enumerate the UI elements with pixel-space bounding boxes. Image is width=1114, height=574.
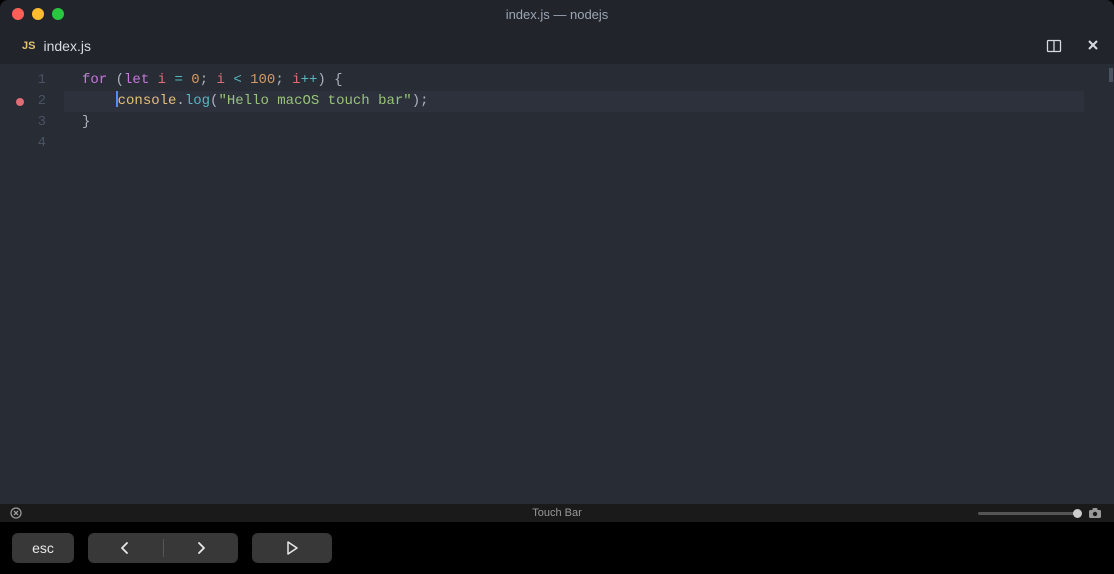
close-icon[interactable] [1086,38,1100,54]
touchbar-back-button[interactable] [88,540,163,556]
touchbar-opacity-slider[interactable] [978,512,1078,515]
camera-icon[interactable] [1088,507,1102,519]
code-line[interactable]: console.log("Hello macOS touch bar"); [64,91,1084,112]
window-maximize-button[interactable] [52,8,64,20]
touchbar: esc [0,522,1114,574]
window-close-button[interactable] [12,8,24,20]
touchbar-forward-button[interactable] [164,540,239,556]
window-titlebar: index.js — nodejs [0,0,1114,28]
tab-index-js[interactable]: JS index.js [12,32,101,60]
tab-label: index.js [43,38,90,54]
tab-bar: JS index.js [0,28,1114,64]
code-line[interactable] [64,133,1084,154]
window-minimize-button[interactable] [32,8,44,20]
code-line[interactable]: } [64,112,1084,133]
esc-label: esc [32,540,54,556]
touchbar-title: Touch Bar [532,507,582,519]
line-gutter[interactable]: 1234 [0,64,64,504]
touchbar-close-icon[interactable] [10,507,22,519]
line-number[interactable]: 2 [0,91,64,112]
line-number[interactable]: 3 [0,112,64,133]
code-area[interactable]: for (let i = 0; i < 100; i++) { console.… [64,64,1084,504]
js-file-icon: JS [22,40,35,52]
touchbar-nav-group [88,533,238,563]
code-editor[interactable]: 1234 for (let i = 0; i < 100; i++) { con… [0,64,1114,504]
minimap-slider[interactable] [1109,68,1113,82]
breakpoint-icon[interactable] [16,98,24,106]
code-line[interactable]: for (let i = 0; i < 100; i++) { [64,70,1084,91]
minimap[interactable] [1084,64,1114,504]
window-title: index.js — nodejs [506,7,609,22]
line-number[interactable]: 1 [0,70,64,91]
touchbar-esc-button[interactable]: esc [12,533,74,563]
split-editor-icon[interactable] [1046,38,1062,54]
touchbar-header: Touch Bar [0,504,1114,522]
line-number[interactable]: 4 [0,133,64,154]
slider-thumb[interactable] [1073,509,1082,518]
touchbar-play-button[interactable] [252,533,332,563]
